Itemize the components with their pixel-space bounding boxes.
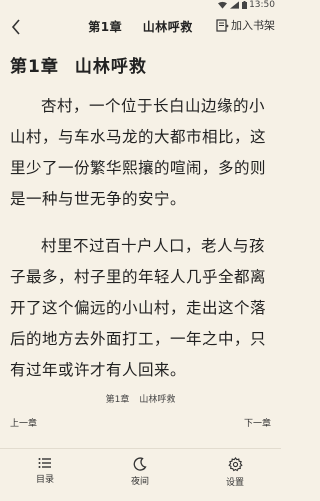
footer-chapter-title: 第1章 山林呼救 [0, 392, 281, 405]
signal-icon [230, 1, 239, 9]
settings-button[interactable]: 设置 [205, 457, 265, 488]
status-time: 13:50 [249, 0, 275, 10]
night-mode-button[interactable]: 夜间 [110, 457, 170, 487]
add-to-shelf-button[interactable]: 加入书架 [216, 17, 275, 33]
chapter-content: 第1章 山林呼救 杏村，一个位于长白山边缘的小山村，与车水马龙的大都市相比，这里少… [10, 52, 272, 382]
reader-top-bar: 第1章 山林呼救 加入书架 [0, 12, 281, 42]
header-chapter-name: 山林呼救 [142, 20, 193, 34]
footer-chapter-number: 第1章 [105, 395, 130, 405]
back-button[interactable] [6, 16, 26, 38]
add-to-shelf-label: 加入书架 [231, 19, 275, 32]
chevron-left-icon [11, 19, 20, 35]
chapter-heading-number: 第1章 [10, 57, 59, 77]
prev-chapter-button[interactable]: 上一章 [10, 416, 37, 429]
list-icon [38, 458, 51, 468]
wifi-icon [218, 1, 227, 9]
status-bar: 13:50 [0, 0, 281, 12]
footer-chapter-name: 山林呼救 [139, 395, 176, 405]
chapter-nav: 上一章 下一章 [0, 416, 281, 434]
gear-icon [227, 457, 243, 472]
settings-label: 设置 [225, 478, 244, 488]
paragraph: 杏村，一个位于长白山边缘的小山村，与车水马龙的大都市相比，这里少了一份繁华熙攘的… [10, 97, 267, 208]
toc-button[interactable]: 目录 [15, 457, 75, 485]
reader-toolbar: 目录 夜间 设置 [0, 448, 281, 501]
toc-label: 目录 [35, 475, 54, 485]
night-mode-label: 夜间 [130, 477, 149, 487]
paragraph: 村里不过百十户人口，老人与孩子最多，村子里的年轻人几乎全都离开了这个偏远的小山村… [10, 237, 267, 379]
header-chapter-number: 第1章 [88, 20, 123, 34]
chapter-heading-name: 山林呼救 [74, 57, 147, 77]
battery-icon [242, 1, 247, 9]
next-chapter-button[interactable]: 下一章 [244, 416, 271, 429]
status-icons [218, 1, 247, 9]
moon-icon [133, 457, 147, 471]
bookshelf-icon [216, 18, 229, 32]
chapter-heading: 第1章 山林呼救 [10, 52, 272, 77]
